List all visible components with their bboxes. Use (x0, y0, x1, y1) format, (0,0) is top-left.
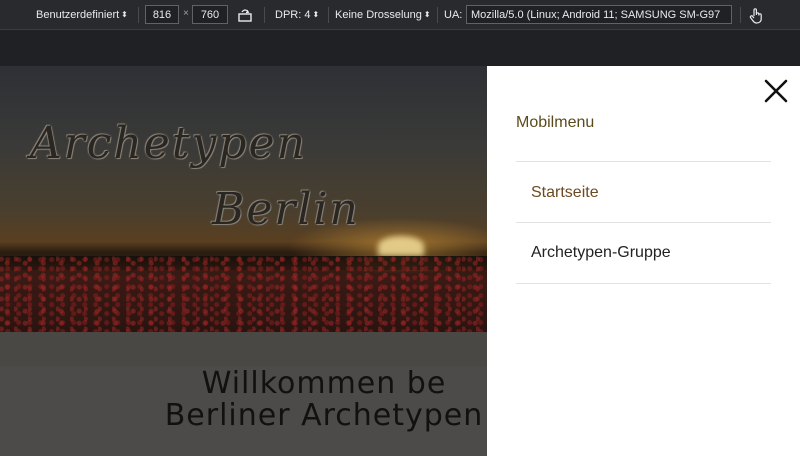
logo-text-line2: Berlin (212, 184, 360, 235)
mobile-menu-title: Mobilmenu (516, 114, 595, 131)
emulated-viewport: Archetypen Berlin Willkommen be Berliner… (0, 66, 800, 456)
close-icon[interactable] (763, 78, 789, 104)
touch-icon[interactable] (748, 6, 764, 24)
ua-label: UA: (444, 8, 463, 21)
divider (740, 6, 741, 23)
menu-item-startseite[interactable]: Startseite (531, 184, 599, 202)
divider (516, 283, 771, 284)
dpr-select[interactable]: DPR: 4 ⬍ (275, 9, 319, 21)
device-select[interactable]: Benutzerdefiniert ⬍ (36, 9, 128, 21)
throttle-label: Keine Drosselung (335, 8, 422, 21)
dpr-label: DPR: 4 (275, 8, 311, 21)
times-sign: × (183, 8, 189, 19)
menu-item-archetypen-gruppe[interactable]: Archetypen-Gruppe (531, 244, 671, 262)
rotate-icon[interactable] (236, 7, 254, 23)
divider (437, 6, 438, 23)
throttle-select[interactable]: Keine Drosselung ⬍ (335, 9, 431, 21)
divider (264, 6, 265, 23)
divider (328, 6, 329, 23)
ua-input[interactable]: Mozilla/5.0 (Linux; Android 11; SAMSUNG … (466, 5, 732, 24)
width-input[interactable]: 816 (145, 5, 179, 24)
caret-updown-icon: ⬍ (121, 10, 128, 19)
mobile-menu-drawer: Mobilmenu Startseite Archetypen-Gruppe (487, 66, 800, 456)
device-toolbar: Benutzerdefiniert ⬍ 816 × 760 DPR: 4 ⬍ K… (0, 0, 800, 30)
divider (138, 6, 139, 23)
logo-text-line1: Archetypen (30, 118, 307, 169)
divider (516, 161, 771, 162)
height-input[interactable]: 760 (192, 5, 228, 24)
device-select-label: Benutzerdefiniert (36, 8, 120, 21)
caret-updown-icon: ⬍ (312, 10, 320, 19)
caret-updown-icon: ⬍ (423, 10, 431, 19)
divider (516, 222, 771, 223)
sunset (378, 236, 424, 256)
